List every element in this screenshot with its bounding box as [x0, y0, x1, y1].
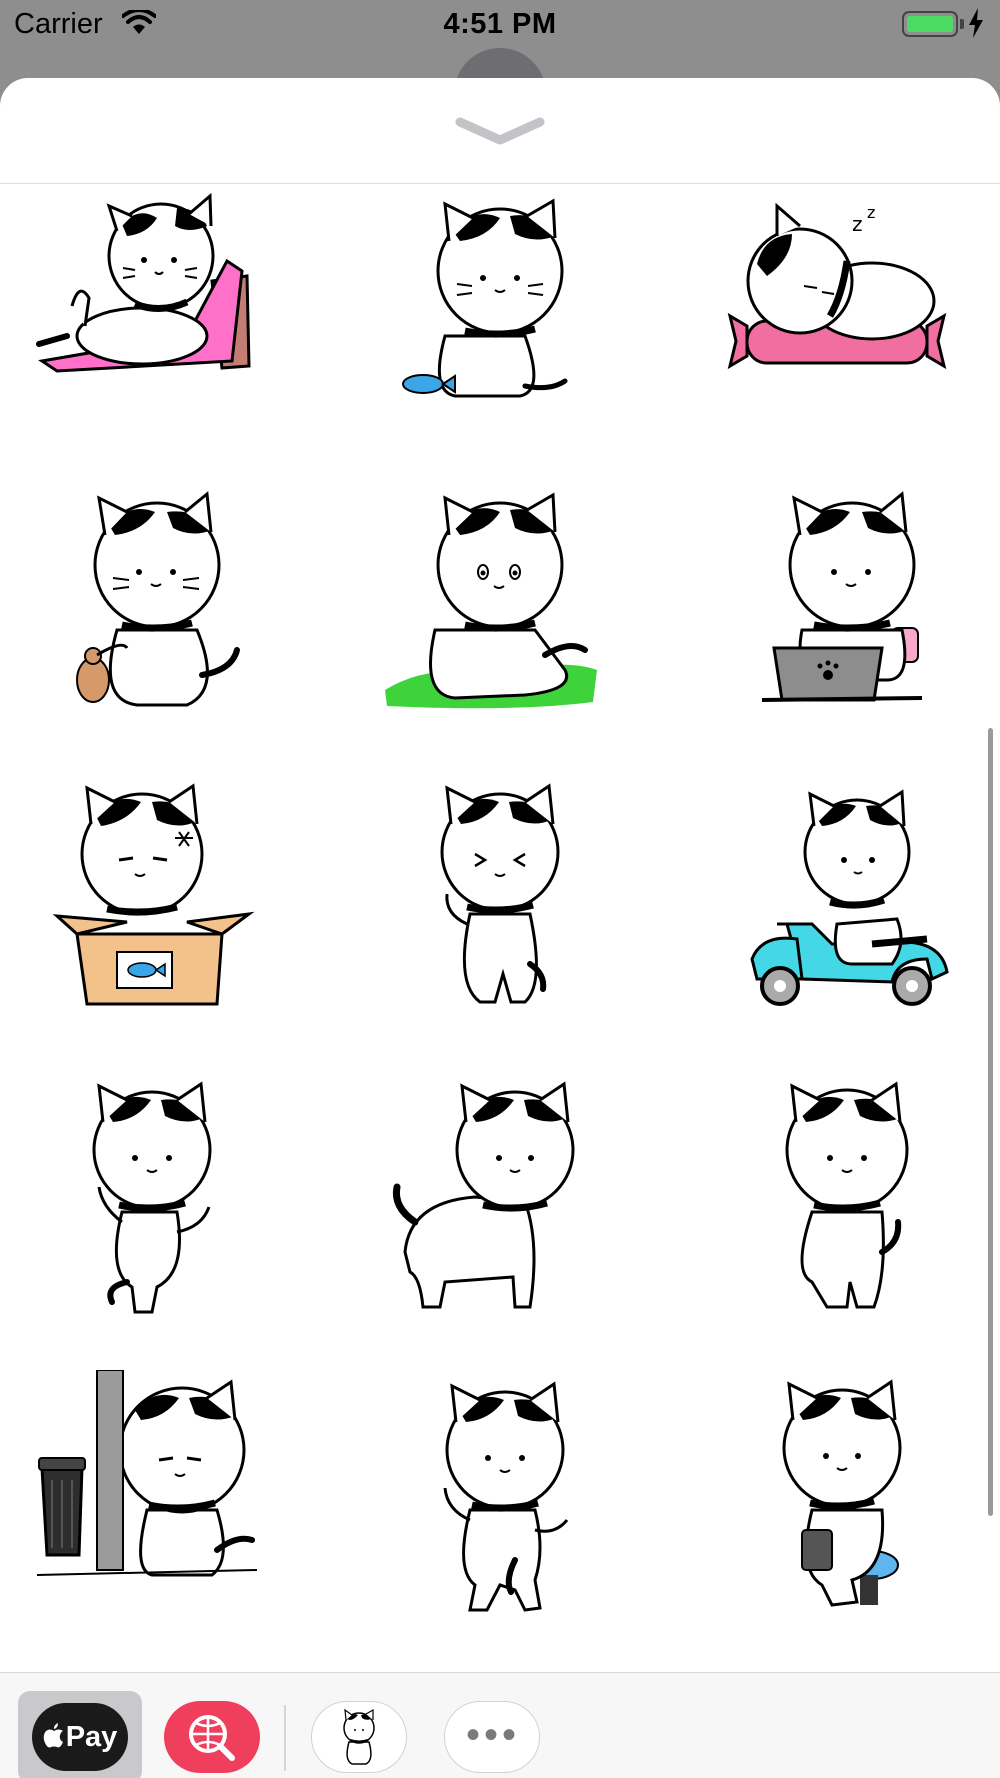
- sticker-cat-sitting-with-fish[interactable]: [375, 186, 625, 436]
- apple-pay-badge: Pay: [32, 1703, 128, 1771]
- sticker-cat-sleeping-on-pillow[interactable]: z z: [722, 186, 972, 436]
- globe-search-icon: [189, 1715, 235, 1761]
- sticker-grid: z z: [0, 184, 1000, 1674]
- battery-icon: [902, 11, 958, 37]
- sticker-cat-sitting-with-tablet[interactable]: [722, 1370, 972, 1620]
- cat-sticker-app-icon: [343, 1708, 375, 1765]
- sticker-cat-sitting-on-grass[interactable]: [375, 480, 625, 730]
- sticker-cat-waving[interactable]: [375, 1370, 625, 1620]
- scrollbar[interactable]: [988, 728, 993, 1516]
- sticker-cat-with-mouse[interactable]: [27, 480, 277, 730]
- sticker-cat-dancing[interactable]: [27, 1072, 277, 1322]
- sticker-cat-in-box-angry[interactable]: [27, 774, 277, 1024]
- sticker-cat-hiding-behind-pole[interactable]: [27, 1369, 277, 1620]
- apple-pay-label: Pay: [65, 1721, 118, 1753]
- sticker-cat-lounging-pink-chair[interactable]: [27, 186, 277, 436]
- more-apps-button[interactable]: •••: [444, 1701, 540, 1773]
- drawer-divider: [284, 1705, 286, 1771]
- battery-tip: [960, 19, 964, 29]
- sticker-cat-with-laptop[interactable]: [722, 480, 972, 730]
- svg-text:z: z: [852, 212, 863, 236]
- status-bar: Carrier 4:51 PM: [0, 0, 1000, 52]
- sticker-cat-walking[interactable]: [375, 1072, 625, 1322]
- sheet-header: [0, 78, 1000, 184]
- clock: 4:51 PM: [443, 8, 557, 40]
- apple-logo-icon: [43, 1723, 63, 1748]
- svg-text:z: z: [867, 203, 875, 222]
- more-icon: •••: [465, 1713, 520, 1757]
- apple-pay-app-button[interactable]: Pay: [18, 1691, 142, 1778]
- sticker-sheet: z z Pay •••: [0, 78, 1000, 1778]
- chevron-down-icon[interactable]: [454, 114, 546, 148]
- charging-bolt-icon: [969, 8, 983, 38]
- sticker-cat-standing-squint[interactable]: [375, 774, 625, 1024]
- app-drawer: Pay •••: [0, 1672, 1000, 1778]
- globe-search-app-button[interactable]: [164, 1701, 260, 1773]
- sticker-cat-riding-scooter[interactable]: [722, 774, 972, 1024]
- sticker-cat-standing[interactable]: [722, 1072, 972, 1322]
- cat-sticker-app-button[interactable]: [311, 1701, 407, 1773]
